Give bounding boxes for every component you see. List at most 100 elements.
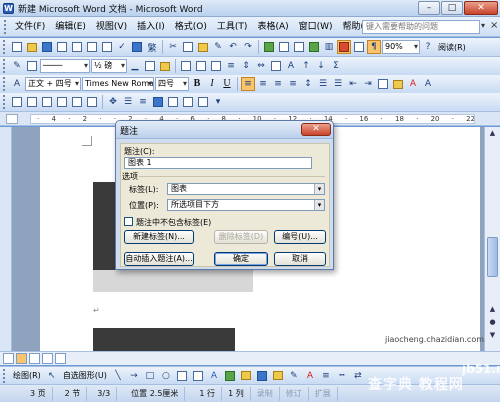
format-painter-icon[interactable]: ✎ [211,40,225,54]
lines-icon[interactable]: ≡ [136,95,150,109]
status-extend[interactable]: 扩展 [309,386,338,401]
clipart-icon[interactable] [239,369,253,383]
numbering-icon[interactable]: ☰ [316,77,330,91]
word-app-icon[interactable]: W [3,2,14,14]
autoshapes-button[interactable]: 自选图形(U) [61,370,109,381]
form-icon[interactable] [85,95,99,109]
distribute-rows-icon[interactable]: ⇕ [239,59,253,73]
email-icon[interactable] [70,40,84,54]
menu-file[interactable]: 文件(F) [10,18,50,36]
underline-button[interactable]: U [220,77,234,91]
document-map-icon[interactable] [352,40,366,54]
print-preview-icon[interactable] [100,40,114,54]
font-color-icon[interactable]: A [303,369,317,383]
status-track[interactable]: 修订 [280,386,309,401]
copy-icon[interactable] [181,40,195,54]
dialog-title-bar[interactable]: 题注 ✕ [116,121,333,139]
outside-border-icon[interactable] [376,77,390,91]
exclude-label-text[interactable]: 题注中不包含标签(E) [136,217,211,228]
line-spacing-icon[interactable]: ↕ [301,77,315,91]
paste-icon[interactable] [196,40,210,54]
browse-object-icon[interactable]: ● [487,317,498,328]
insert-table-icon[interactable] [292,40,306,54]
help-search-input[interactable]: 键入需要帮助的问题 [362,20,480,34]
fill-color-icon[interactable] [271,369,285,383]
caption-input[interactable]: 图表 1 [124,157,312,169]
new-document-icon[interactable] [10,40,24,54]
delete-label-button[interactable]: 删除标签(D) [214,230,268,244]
line-icon[interactable]: ╲ [111,369,125,383]
enclose-char-icon[interactable]: A [421,77,435,91]
minimize-button[interactable]: – [418,1,440,15]
spelling-icon[interactable]: ✓ [115,40,129,54]
move-icon[interactable]: ✥ [106,95,120,109]
label-select[interactable]: 图表 ▾ [167,183,325,195]
menu-view[interactable]: 视图(V) [91,18,132,36]
undo-icon[interactable]: ↶ [226,40,240,54]
print-icon[interactable] [85,40,99,54]
split-cells-icon[interactable] [209,59,223,73]
diagram-icon[interactable] [223,369,237,383]
bold-button[interactable]: B [190,77,204,91]
exclude-label-checkbox[interactable] [124,217,133,226]
save-icon[interactable] [40,40,54,54]
highlight-icon[interactable] [391,77,405,91]
toolbar-options-icon[interactable]: ▾ [211,95,225,109]
menu-tools[interactable]: 工具(T) [212,18,253,36]
chevron-down-icon[interactable]: ▾ [314,200,324,210]
menu-window[interactable]: 窗口(W) [294,18,338,36]
reading-view-button[interactable] [55,353,66,364]
border-icon[interactable] [143,59,157,73]
previous-page-icon[interactable]: ▲ [487,304,498,315]
toolbar-grip[interactable] [3,40,6,54]
tables-borders-icon[interactable] [277,40,291,54]
shading-icon[interactable] [158,59,172,73]
cancel-button[interactable]: 取消 [274,252,326,266]
open-icon[interactable] [25,40,39,54]
document-close-icon[interactable]: × [490,20,498,31]
decrease-indent-icon[interactable]: ⇤ [346,77,360,91]
increase-indent-icon[interactable]: ⇥ [361,77,375,91]
autosum-icon[interactable]: Σ [329,59,343,73]
textbox-icon[interactable] [175,369,189,383]
image-placeholder[interactable] [93,270,253,292]
scroll-thumb[interactable] [487,237,498,277]
permission-icon[interactable] [55,40,69,54]
wordart-icon[interactable]: A [207,369,221,383]
position-select[interactable]: 所选项目下方 ▾ [167,199,325,211]
rows-icon[interactable]: ☰ [121,95,135,109]
menu-insert[interactable]: 插入(I) [132,18,170,36]
horizontal-scrollbar[interactable] [0,351,500,365]
line-color-icon[interactable]: ✎ [287,369,301,383]
insert-excel-icon[interactable] [307,40,321,54]
bullets-icon[interactable]: ☰ [331,77,345,91]
columns-icon[interactable]: ▥ [322,40,336,54]
text-direction-icon[interactable]: A [284,59,298,73]
show-hide-icon[interactable]: ¶ [367,40,381,54]
distribute-columns-icon[interactable]: ⇔ [254,59,268,73]
align-right-icon[interactable]: ≡ [271,77,285,91]
dialog-close-button[interactable]: ✕ [301,123,331,136]
next-page-icon[interactable]: ▼ [487,330,498,341]
image-placeholder[interactable] [93,328,235,351]
vertical-textbox-icon[interactable] [191,369,205,383]
draw-menu-button[interactable]: 绘图(R) [11,370,43,381]
font-size-select[interactable]: 四号 [155,77,189,91]
align-center-icon[interactable]: ≡ [256,77,270,91]
align-icon[interactable]: ≡ [224,59,238,73]
document-view-icon[interactable] [25,95,39,109]
cross-reference-icon[interactable] [196,95,210,109]
normal-view-button[interactable] [3,353,14,364]
scroll-up-icon[interactable]: ▲ [487,128,498,139]
eraser-icon[interactable] [25,59,39,73]
toolbar-grip[interactable] [3,95,6,109]
reading-mode-button[interactable]: 阅读(R) [436,42,468,53]
arrow-style-icon[interactable]: ⇄ [351,369,365,383]
autocaption-button[interactable]: 自动插入题注(A)... [124,252,194,266]
new-label-button[interactable]: 新建标签(N)... [124,230,194,244]
toolbar-grip[interactable] [3,77,6,91]
align-left-icon[interactable]: ≡ [241,77,255,91]
print-layout-view-button[interactable] [16,353,27,364]
autoformat-icon[interactable] [269,59,283,73]
menu-grip[interactable] [4,19,7,34]
